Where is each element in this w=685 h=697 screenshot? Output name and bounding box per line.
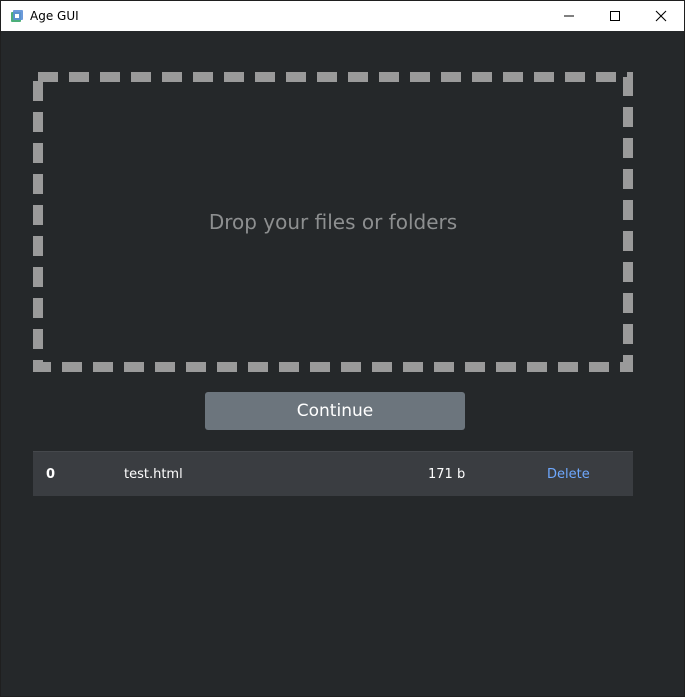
close-icon xyxy=(655,10,667,22)
file-list: 0 test.html 171 b Delete xyxy=(33,451,633,496)
dropzone-label: Drop your files or folders xyxy=(208,210,458,234)
close-button[interactable] xyxy=(638,1,684,31)
file-index: 0 xyxy=(46,466,56,482)
maximize-icon xyxy=(610,11,620,21)
minimize-icon xyxy=(564,15,574,17)
file-size: 171 b xyxy=(428,466,466,482)
title-bar[interactable]: Age GUI xyxy=(1,1,684,31)
window-title: Age GUI xyxy=(30,9,79,23)
main-content: Drop your files or folders Continue 0 te… xyxy=(1,31,684,696)
maximize-button[interactable] xyxy=(592,1,638,31)
minimize-button[interactable] xyxy=(546,1,592,31)
file-name: test.html xyxy=(124,466,183,482)
delete-file-button[interactable]: Delete xyxy=(547,452,590,496)
file-row: 0 test.html 171 b Delete xyxy=(33,452,633,496)
window-controls xyxy=(546,1,684,31)
app-icon xyxy=(10,9,24,23)
app-window: Age GUI Drop your files or folders Conti… xyxy=(0,0,685,697)
file-dropzone[interactable]: Drop your files or folders xyxy=(33,72,633,372)
continue-button[interactable]: Continue xyxy=(205,392,465,430)
